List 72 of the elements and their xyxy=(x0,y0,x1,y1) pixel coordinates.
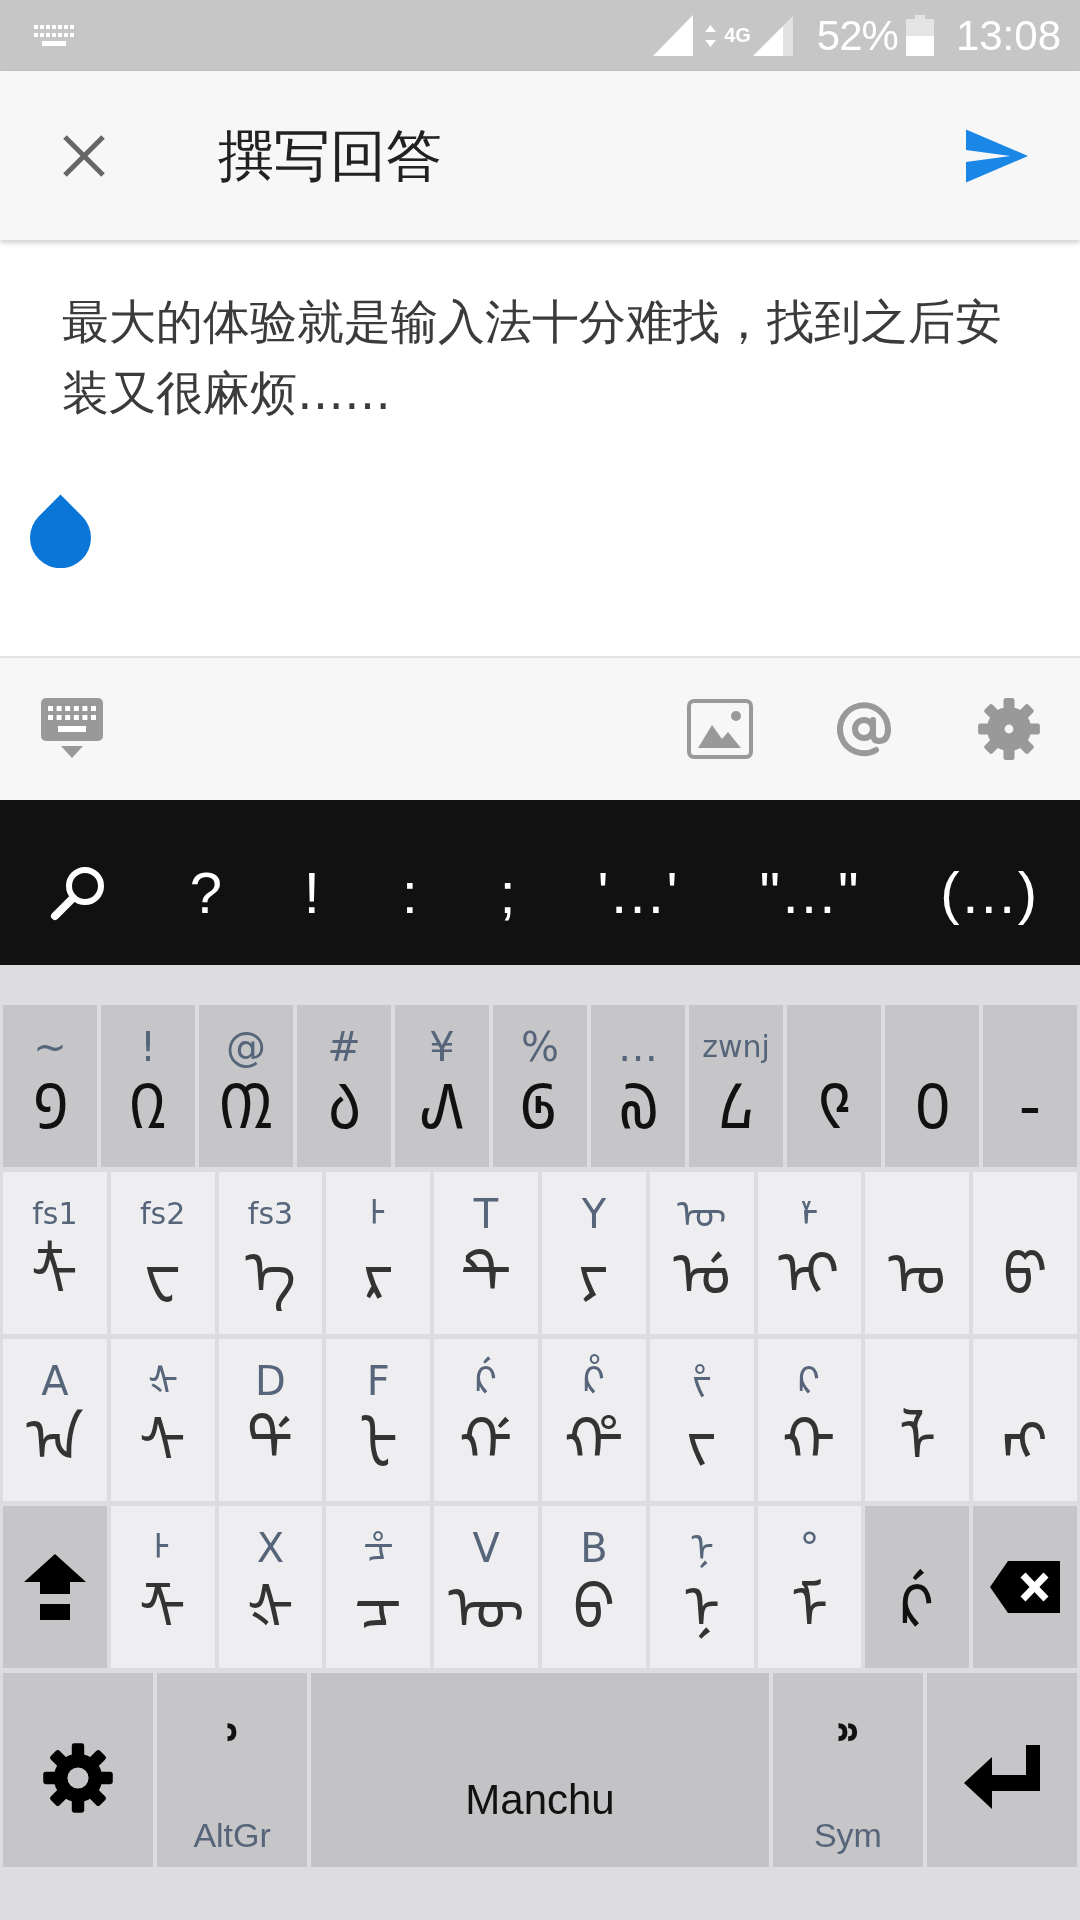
keyboard-key[interactable]: fs2 ᠸ xyxy=(110,1172,215,1334)
keyboard-key[interactable]: F ᡶ xyxy=(326,1339,431,1501)
send-icon[interactable] xyxy=(966,128,1028,183)
keyboard-key[interactable]: ᠯ xyxy=(865,1339,970,1501)
modifier-key[interactable]: ᠉ Sym xyxy=(772,1673,923,1867)
keyboard-key[interactable]: ᡭ ᡥ xyxy=(542,1339,646,1501)
keyboard-key[interactable]: ᡬ ᡤ xyxy=(434,1339,538,1501)
keyboard-icon xyxy=(34,24,74,47)
punctuation-key[interactable]: '…' xyxy=(597,856,678,929)
settings-icon xyxy=(42,1742,115,1814)
punctuation-key[interactable]: "…" xyxy=(759,856,859,929)
keyboard-key[interactable]: ᡟ ᡳ xyxy=(757,1172,862,1334)
space-bar[interactable]: Manchu xyxy=(311,1673,769,1867)
modifier-key[interactable]: ᠈ AltGr xyxy=(157,1673,308,1867)
keyboard-key[interactable]: ᠨ ᠨ xyxy=(649,1506,754,1668)
keyboard-key[interactable]: ~ ᠑ xyxy=(3,1005,97,1167)
keyboard-key[interactable]: … ᠗ xyxy=(591,1005,685,1167)
shift-icon xyxy=(23,1554,86,1620)
signal-icon xyxy=(752,15,793,56)
keyboard-key[interactable]: ᡬ xyxy=(865,1506,970,1668)
punctuation-key[interactable]: ; xyxy=(499,856,516,929)
keyboard-key[interactable]: ᡰ ᡵ xyxy=(326,1172,431,1334)
enter-icon xyxy=(964,1745,1040,1811)
keyboard-key[interactable]: ° ᠮ xyxy=(757,1506,862,1668)
keyboard-key[interactable]: @ ᠓ xyxy=(199,1005,293,1167)
image-icon[interactable] xyxy=(687,699,753,759)
signal-icon xyxy=(653,15,694,56)
keyboard-key[interactable]: T ᡨ xyxy=(434,1172,538,1334)
punctuation-key[interactable]: ? xyxy=(189,856,223,929)
page-title: 撰写回答 xyxy=(218,121,442,190)
battery-percentage: 52% xyxy=(816,11,898,60)
keyboard-key[interactable]: ᠐ xyxy=(885,1005,979,1167)
keyboard-key[interactable]: ᡷ ᠵ xyxy=(649,1339,754,1501)
keyboard-hide-icon[interactable] xyxy=(41,698,103,760)
keyboard-key[interactable]: # ᠔ xyxy=(297,1005,391,1167)
keyboard-key[interactable]: D ᡩ xyxy=(218,1339,323,1501)
keyboard-settings-key[interactable] xyxy=(3,1673,154,1867)
keyboard-key[interactable]: ᡧ ᠰ xyxy=(110,1339,215,1501)
backspace-key[interactable] xyxy=(973,1506,1077,1668)
keyboard-key[interactable]: - xyxy=(983,1005,1077,1167)
keyboard-key[interactable]: ᠩ xyxy=(973,1339,1077,1501)
keyboard-key[interactable]: A ᠠ xyxy=(3,1339,107,1501)
keyboard-key[interactable]: ᡡ ᡠ xyxy=(649,1172,754,1334)
keyboard-key[interactable]: ¥ ᠕ xyxy=(395,1005,489,1167)
cursor-handle-icon[interactable] xyxy=(30,494,91,568)
punctuation-key[interactable]: ! xyxy=(303,856,320,929)
battery-icon xyxy=(905,15,934,56)
keyboard-key[interactable]: ᡱ ᠴ xyxy=(326,1506,431,1668)
keyboard-key[interactable]: ᠺ ᡴ xyxy=(757,1339,862,1501)
keyboard-key[interactable]: zwnj ᠘ xyxy=(689,1005,783,1167)
keyboard-key[interactable]: B ᠪ xyxy=(542,1506,646,1668)
shift-key[interactable] xyxy=(3,1506,107,1668)
clock: 13:08 xyxy=(955,11,1061,60)
keyboard-key[interactable]: fs3 ᡝ xyxy=(218,1172,323,1334)
settings-icon[interactable] xyxy=(977,697,1041,761)
keyboard-key[interactable]: Y ᠶ xyxy=(542,1172,646,1334)
enter-key[interactable] xyxy=(926,1673,1078,1867)
network-type-label: 4G xyxy=(724,23,751,46)
keyboard-key[interactable]: V ᡡ xyxy=(434,1506,538,1668)
close-icon[interactable] xyxy=(62,133,106,178)
keyboard-key[interactable]: ᠙ xyxy=(787,1005,881,1167)
keyboard-key[interactable]: ᡰ ᡯ xyxy=(110,1506,215,1668)
data-arrows-icon xyxy=(705,24,717,47)
keyboard-key[interactable]: fs1 ᡮ xyxy=(3,1172,107,1334)
punctuation-key[interactable]: : xyxy=(401,856,418,929)
keyboard-key[interactable]: ᡦ xyxy=(973,1172,1077,1334)
keyboard-key[interactable]: X ᡧ xyxy=(218,1506,323,1668)
keyboard-key[interactable]: ! ᠒ xyxy=(101,1005,195,1167)
punctuation-key[interactable]: (…) xyxy=(940,856,1037,929)
backspace-icon xyxy=(990,1561,1061,1613)
keyboard-key[interactable]: % ᠖ xyxy=(493,1005,587,1167)
keyboard-key[interactable]: ᠣ xyxy=(865,1172,970,1334)
